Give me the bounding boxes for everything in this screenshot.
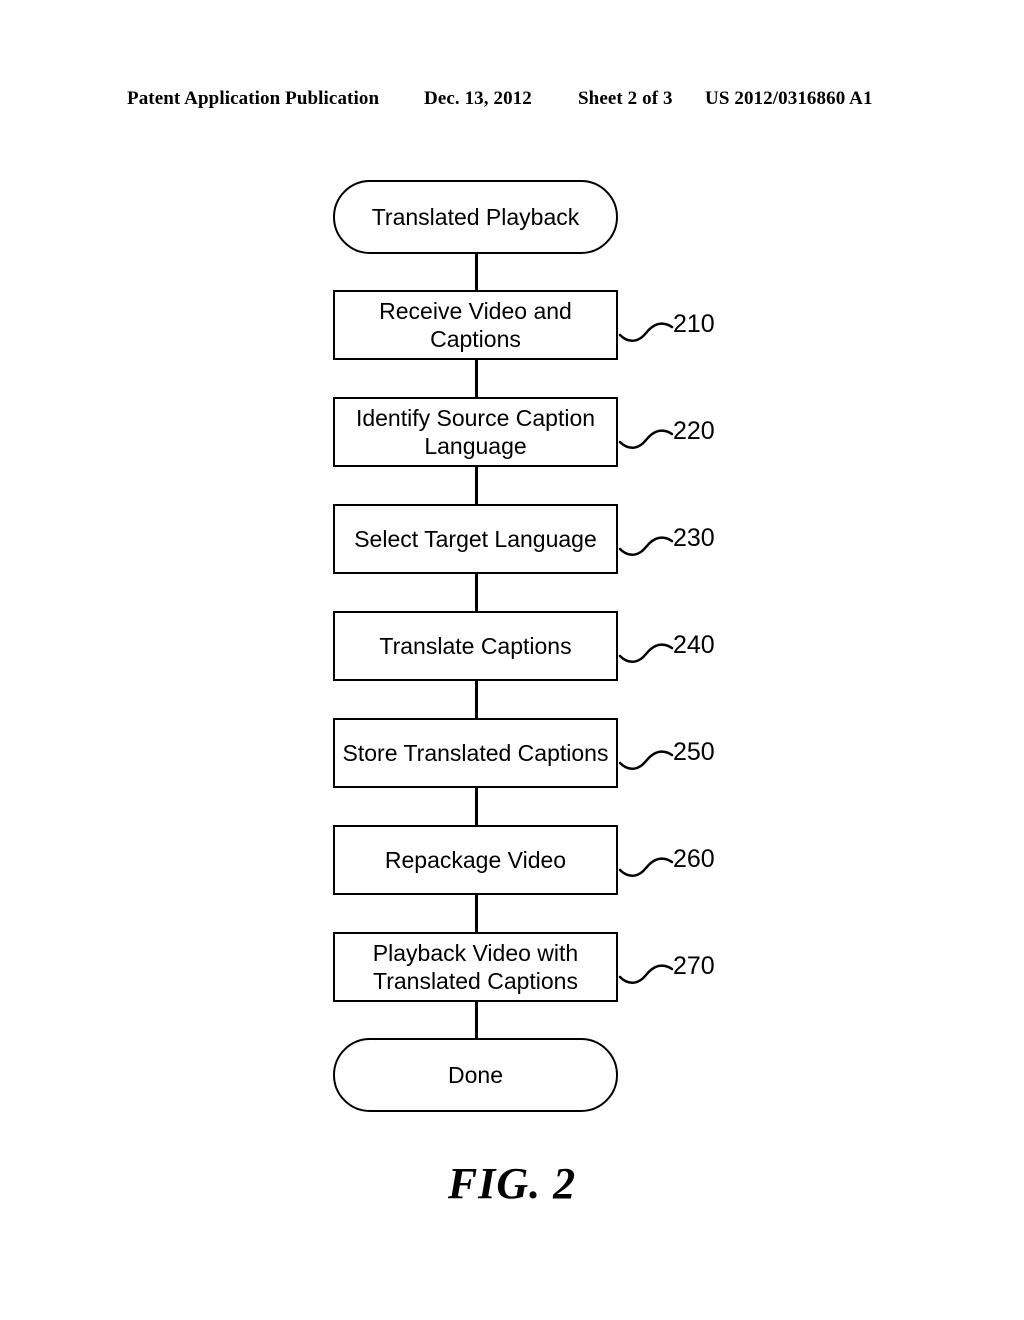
edge-210-to-220: [475, 358, 478, 399]
figure-caption: FIG. 2: [447, 1159, 577, 1208]
flow-node-220-label: Identify Source Caption Language: [355, 405, 596, 459]
leader-line-270: [618, 964, 674, 984]
reference-numeral-240: 240: [673, 631, 715, 659]
edge-230-to-240: [475, 572, 478, 613]
edge-260-to-270: [475, 893, 478, 934]
flow-node-start[interactable]: Translated Playback: [333, 180, 618, 254]
reference-numeral-260: 260: [673, 845, 715, 873]
flow-node-260[interactable]: Repackage Video: [333, 825, 618, 895]
reference-numeral-250: 250: [673, 738, 715, 766]
flow-node-230-label: Select Target Language: [354, 526, 597, 552]
flow-node-270-label: Playback Video with Translated Captions: [372, 940, 579, 994]
edge-250-to-260: [475, 786, 478, 827]
flow-node-end[interactable]: Done: [333, 1038, 618, 1112]
flow-node-start-label: Translated Playback: [371, 204, 580, 230]
flow-node-240-label: Translate Captions: [379, 633, 572, 659]
leader-line-210: [618, 322, 674, 342]
flow-node-220[interactable]: Identify Source Caption Language: [333, 397, 618, 467]
leader-line-230: [618, 536, 674, 556]
flow-node-260-label: Repackage Video: [384, 847, 567, 873]
flowchart-diagram: Translated Playback Receive Video and Ca…: [0, 0, 1024, 1320]
flow-node-210[interactable]: Receive Video and Captions: [333, 290, 618, 360]
reference-numeral-270: 270: [673, 952, 715, 980]
flow-node-210-label: Receive Video and Captions: [379, 298, 572, 352]
flow-node-240[interactable]: Translate Captions: [333, 611, 618, 681]
flow-node-250-label: Store Translated Captions: [342, 740, 609, 766]
reference-numeral-220: 220: [673, 417, 715, 445]
edge-240-to-250: [475, 679, 478, 720]
leader-line-250: [618, 750, 674, 770]
flow-node-end-label: Done: [448, 1062, 503, 1088]
leader-line-260: [618, 857, 674, 877]
flow-node-270[interactable]: Playback Video with Translated Captions: [333, 932, 618, 1002]
leader-line-240: [618, 643, 674, 663]
reference-numeral-230: 230: [673, 524, 715, 552]
flow-node-230[interactable]: Select Target Language: [333, 504, 618, 574]
edge-270-to-end: [475, 1000, 478, 1040]
flow-node-250[interactable]: Store Translated Captions: [333, 718, 618, 788]
edge-220-to-230: [475, 465, 478, 506]
reference-numeral-210: 210: [673, 310, 715, 338]
leader-line-220: [618, 429, 674, 449]
edge-start-to-210: [475, 252, 478, 292]
